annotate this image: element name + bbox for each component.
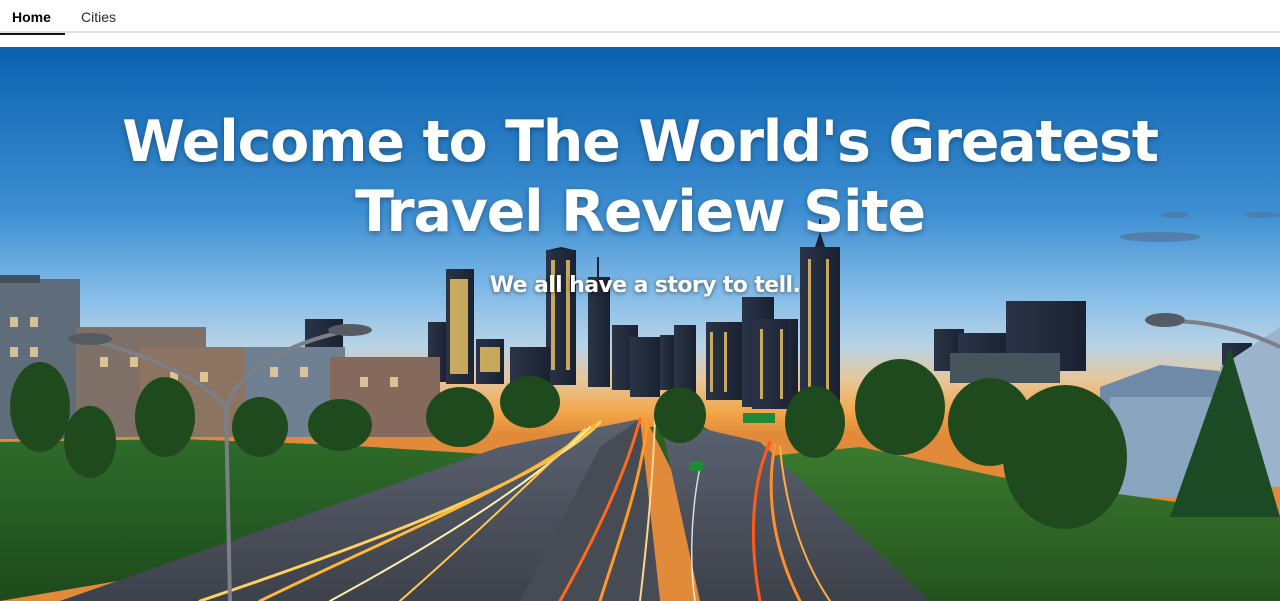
hero-title: Welcome to The World's Greatest Travel R…: [122, 109, 1159, 245]
tab-cities[interactable]: Cities: [65, 0, 128, 33]
top-nav: Home Cities: [0, 0, 1280, 35]
hero-subtitle: We all have a story to tell.: [489, 273, 801, 298]
hero-banner: Welcome to The World's Greatest Travel R…: [0, 47, 1280, 601]
tab-home[interactable]: Home: [0, 0, 65, 35]
